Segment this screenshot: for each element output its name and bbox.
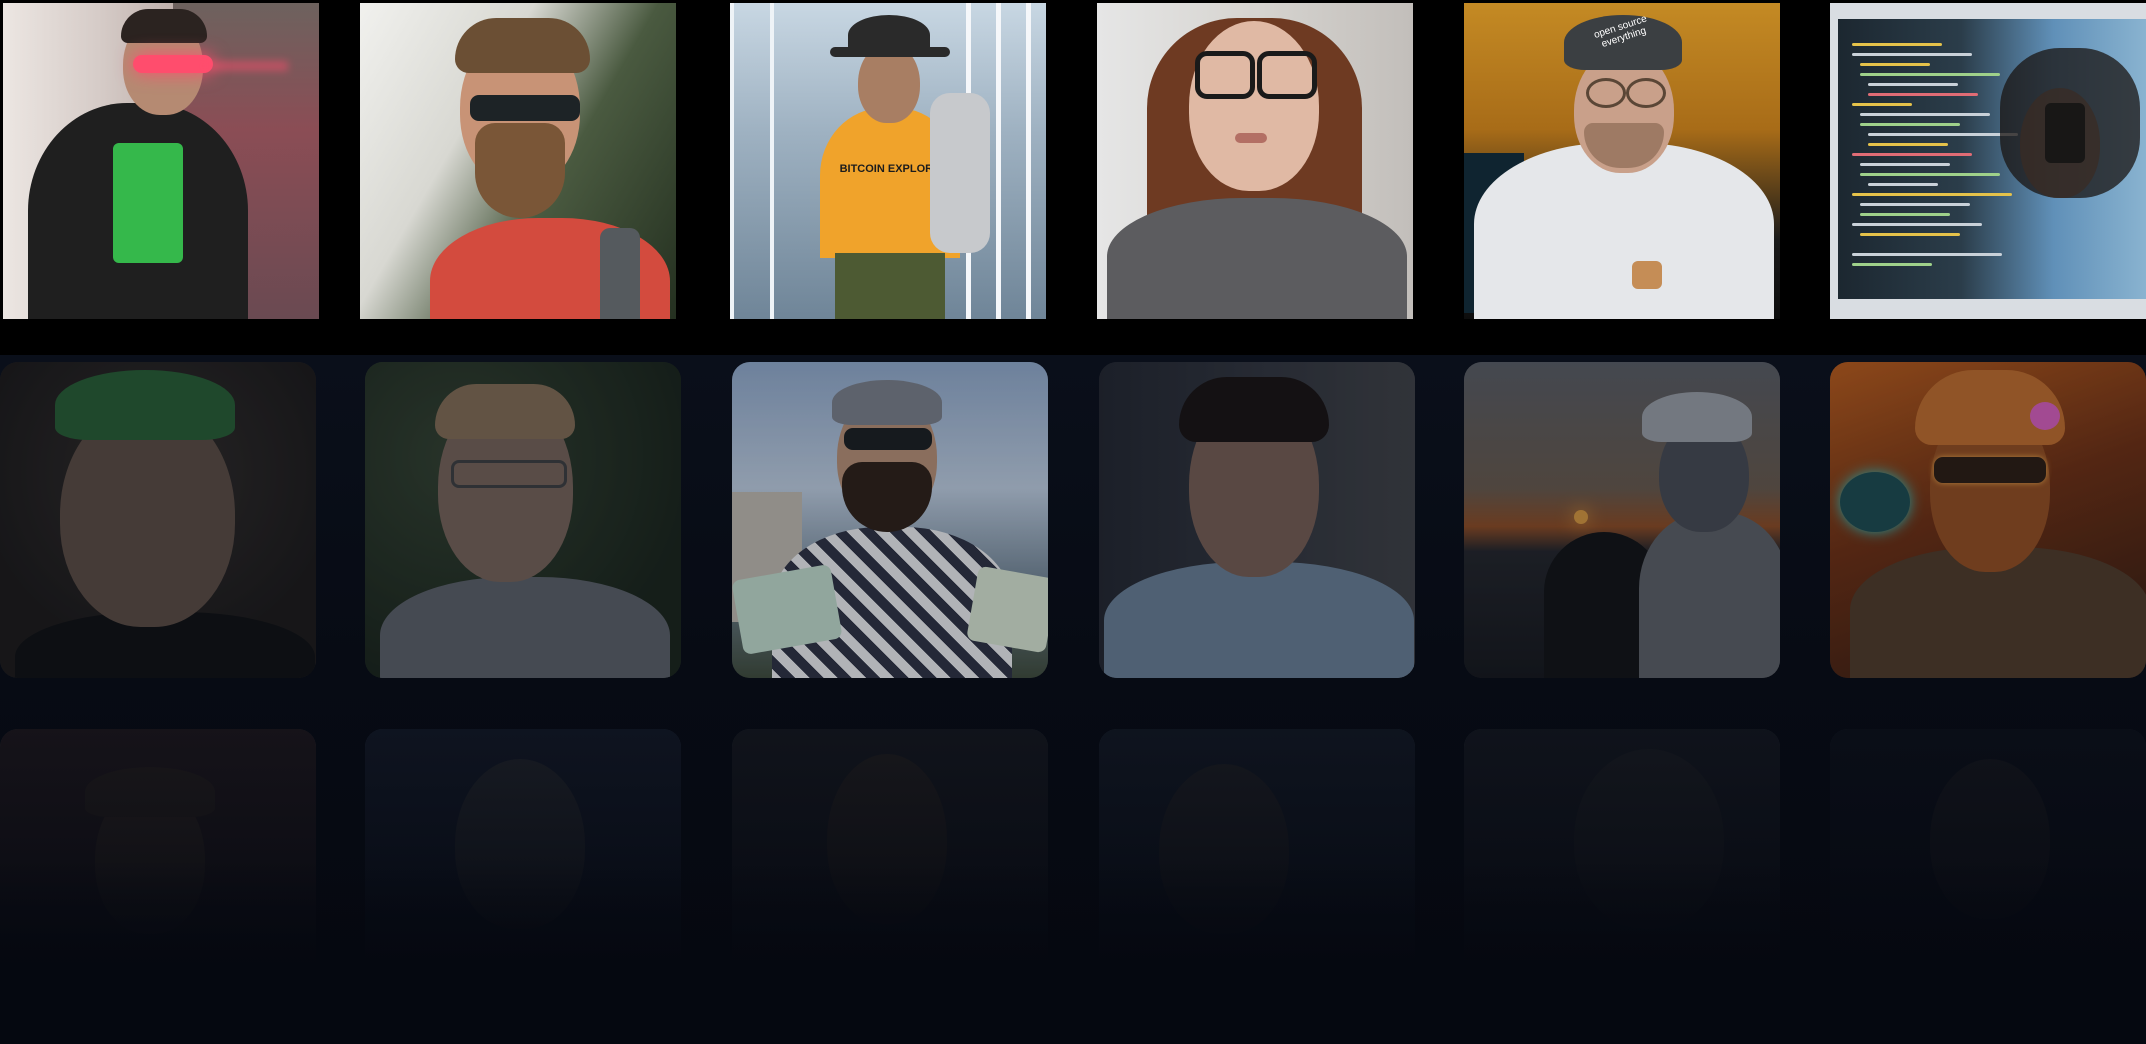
person-tile-sunglasses-beard[interactable]	[360, 3, 676, 319]
pants	[835, 253, 945, 319]
tile-shade	[1830, 729, 2146, 1044]
tile-shade	[1464, 729, 1780, 1044]
tile-shade	[365, 362, 681, 678]
person-tile-faded-4[interactable]	[1099, 729, 1415, 1044]
glasses-icon	[1626, 78, 1666, 108]
tile-shade	[1099, 362, 1415, 678]
gallery-background	[0, 355, 2146, 1044]
person-tile-neon-glasses[interactable]	[3, 3, 319, 319]
person-tile-faded-6[interactable]	[1830, 729, 2146, 1044]
person-tile-laptop-screen[interactable]	[1830, 3, 2146, 319]
glasses-icon	[1586, 78, 1626, 108]
tile-shade	[1830, 362, 2146, 678]
person-tile-cap-sunglasses[interactable]	[732, 362, 1048, 678]
person-tile-green-cap[interactable]	[0, 362, 316, 678]
person-tile-sunset-cap[interactable]	[1464, 362, 1780, 678]
tile-shade	[0, 362, 316, 678]
window-frame	[730, 3, 790, 319]
hat-brim	[830, 47, 950, 57]
avatar-gallery: BITCOIN EXPLORE open source everything	[0, 0, 2146, 1044]
glasses-icon	[1257, 51, 1317, 99]
tile-shade	[732, 729, 1048, 1044]
sweater	[1107, 198, 1407, 319]
shirt-logo-icon	[1632, 261, 1662, 289]
tile-shade	[365, 729, 681, 1044]
lips	[1235, 133, 1267, 143]
hair	[455, 18, 590, 73]
hair	[121, 9, 207, 43]
person-tile-faded-1[interactable]	[0, 729, 316, 1044]
tile-shade	[1099, 729, 1415, 1044]
person-tile-dark-hair[interactable]	[1099, 362, 1415, 678]
jacket-over-arm	[930, 93, 990, 253]
person-tile-glasses-woman[interactable]	[1097, 3, 1413, 319]
neon-glasses-icon	[133, 55, 213, 73]
neon-glow	[208, 61, 288, 71]
backpack-strap	[600, 228, 640, 319]
person-tile-retro-pilot[interactable]	[1830, 362, 2146, 678]
person-tile-faded-2[interactable]	[365, 729, 681, 1044]
face	[1189, 21, 1319, 191]
shirt-print	[113, 143, 183, 263]
person-tile-open-source-cap[interactable]: open source everything	[1464, 3, 1780, 319]
sunglasses-icon	[470, 95, 580, 121]
person-tile-faded-5[interactable]	[1464, 729, 1780, 1044]
tile-shade	[0, 729, 316, 1044]
person-tile-faded-3[interactable]	[732, 729, 1048, 1044]
person-tile-blond-man[interactable]	[365, 362, 681, 678]
tile-shade	[732, 362, 1048, 678]
phone-icon	[2045, 103, 2085, 163]
person-tile-hat-escalator[interactable]: BITCOIN EXPLORE	[730, 3, 1046, 319]
glasses-icon	[1195, 51, 1255, 99]
tile-shade	[1464, 362, 1780, 678]
beard	[475, 123, 565, 218]
